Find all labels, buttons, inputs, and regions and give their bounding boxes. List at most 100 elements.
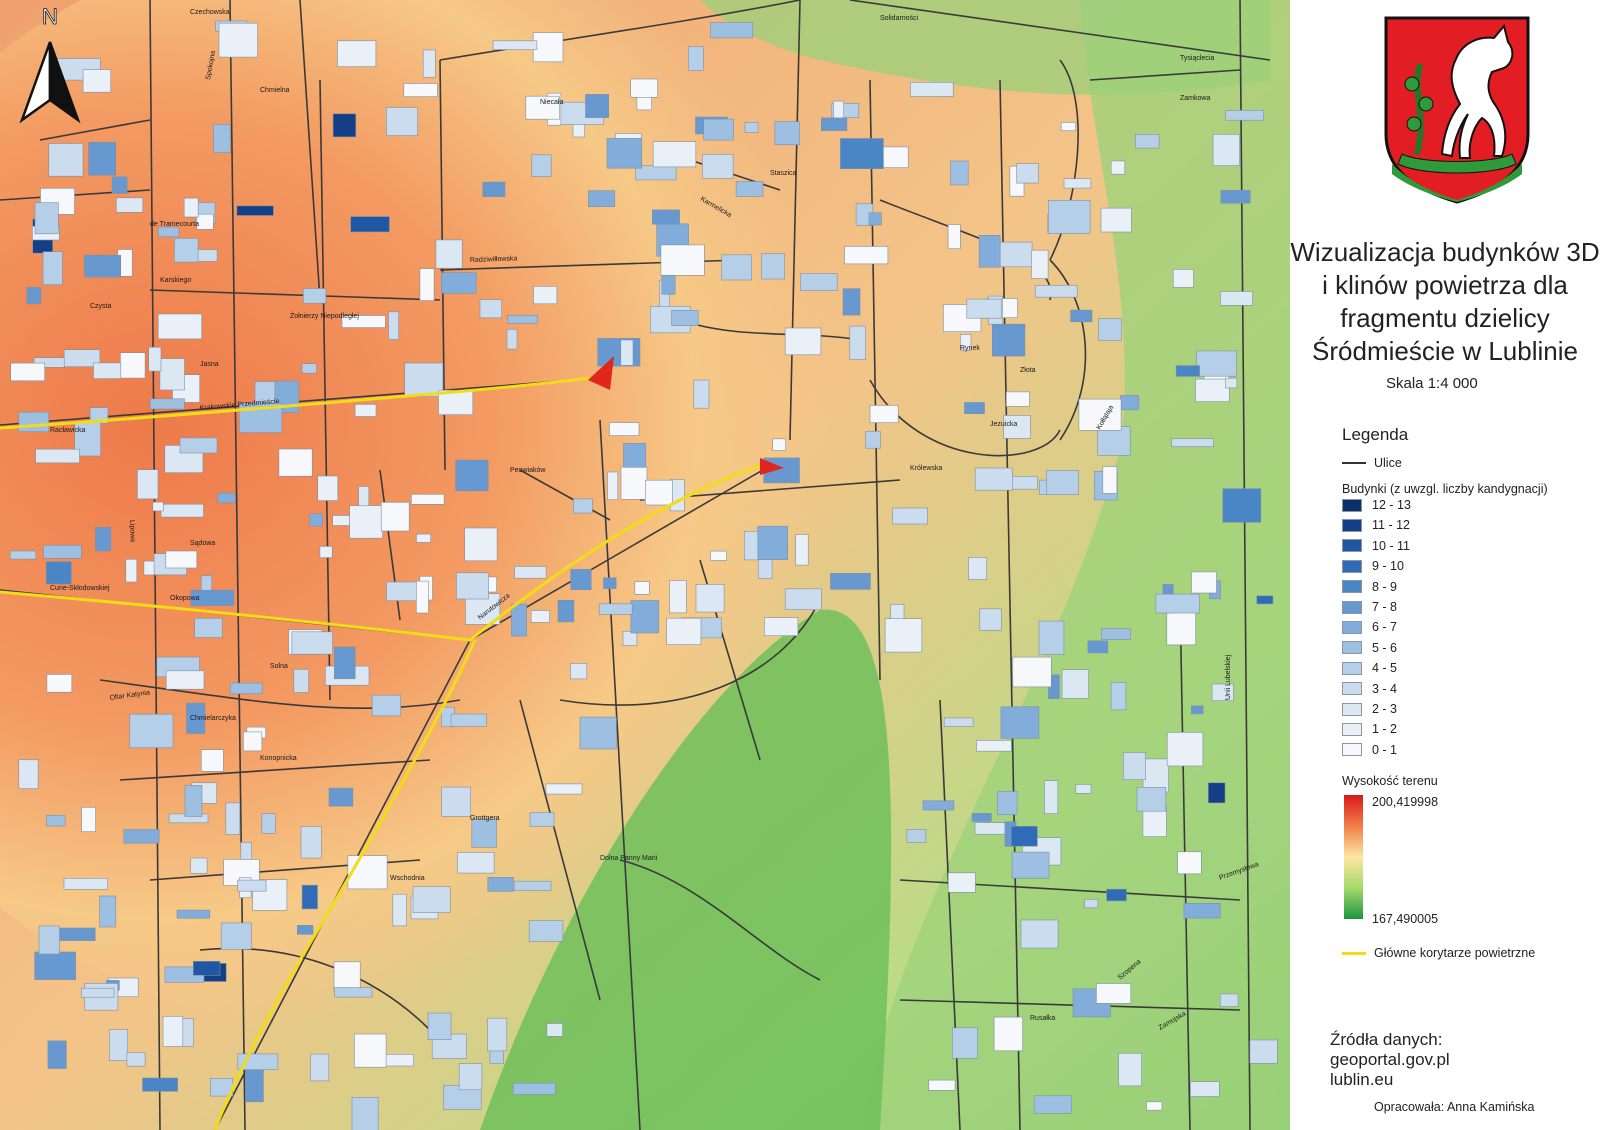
building (1249, 1039, 1278, 1064)
building (160, 503, 204, 518)
building (947, 224, 961, 250)
building (744, 530, 760, 561)
building (1135, 134, 1160, 149)
building (88, 142, 116, 176)
building (514, 566, 547, 579)
map-canvas[interactable]: Krakowskie PrzedmieścieLipowaOkopowa Naru… (0, 0, 1290, 1130)
building (217, 492, 236, 504)
building (1038, 620, 1065, 655)
building-class-swatch (1342, 539, 1362, 553)
legend-panel: Wizualizacja budynków 3D i klinów powiet… (1290, 0, 1600, 1130)
building (440, 272, 477, 294)
building (225, 802, 241, 835)
building (35, 448, 80, 464)
building-class-label: 8 - 9 (1372, 579, 1398, 594)
building (419, 268, 435, 301)
building (660, 244, 705, 276)
building (1044, 780, 1059, 815)
street-label: Królewska (910, 465, 942, 472)
map-scale: Skala 1:4 000 (1386, 375, 1478, 392)
street-label: Tysiąclecia (1180, 55, 1214, 62)
building (630, 600, 660, 634)
source-line-2: lublin.eu (1330, 1070, 1394, 1089)
building (386, 581, 422, 602)
street-label: Żołnierzy Niepodległej (290, 311, 359, 320)
building (1011, 851, 1050, 879)
building (557, 599, 575, 623)
building (165, 670, 205, 690)
building (350, 216, 390, 233)
building (598, 603, 633, 615)
building-class-label: 5 - 6 (1372, 640, 1398, 655)
building (351, 1097, 379, 1130)
street-label: Czysta (90, 303, 112, 310)
building (844, 246, 889, 265)
building (1190, 1081, 1220, 1097)
building (479, 299, 503, 319)
street-label: Niecała (540, 99, 563, 106)
legend-building-class: 2 - 3 (1342, 702, 1397, 716)
building (165, 550, 198, 569)
building (149, 398, 185, 410)
building (190, 857, 208, 874)
street-label: Jezuicka (990, 421, 1017, 428)
building (213, 124, 231, 154)
building-class-label: 6 - 7 (1372, 620, 1398, 635)
building (84, 254, 122, 278)
building-class-swatch (1342, 661, 1362, 675)
building (687, 46, 704, 71)
building (784, 588, 822, 610)
building (763, 617, 799, 636)
street-label: Dolna Panny Marii (600, 855, 658, 862)
building (1120, 395, 1140, 411)
building (81, 987, 115, 998)
street-label: Solna (270, 663, 288, 670)
street-label: Unii Lubelskiej (1225, 654, 1232, 700)
building (243, 731, 263, 752)
building-class-label: 0 - 1 (1372, 742, 1398, 757)
legend-building-class: 6 - 7 (1342, 620, 1397, 634)
building (63, 877, 109, 890)
building (950, 160, 969, 186)
building (157, 226, 180, 238)
building (869, 405, 899, 423)
building (1070, 309, 1093, 323)
building (784, 327, 822, 356)
building (82, 69, 111, 93)
building (693, 379, 710, 409)
building (671, 309, 699, 326)
building (1166, 732, 1204, 767)
building (218, 22, 258, 58)
building (842, 288, 861, 316)
building (309, 513, 323, 527)
building (332, 515, 350, 526)
terrain-min-label: 167,490005 (1372, 912, 1439, 926)
building (410, 493, 445, 505)
building (482, 181, 506, 197)
building (162, 1015, 184, 1047)
building (194, 617, 223, 638)
street-label: Rynek (960, 345, 980, 352)
map-title: Wizualizacja budynków 3D i klinów powiet… (1290, 236, 1600, 368)
building-class-swatch (1342, 498, 1362, 512)
building (371, 694, 402, 717)
building (176, 909, 211, 919)
building (1220, 291, 1253, 306)
building (511, 603, 527, 637)
building (388, 311, 399, 340)
building (9, 550, 37, 560)
legend-building-class: 4 - 5 (1342, 661, 1397, 675)
building (10, 362, 45, 382)
building (347, 855, 388, 890)
data-sources: Źródła danych: geoportal.gov.pl lublin.e… (1330, 1030, 1450, 1090)
building (964, 402, 985, 414)
building-class-label: 10 - 11 (1372, 538, 1410, 553)
building (947, 872, 976, 893)
building (1048, 200, 1091, 234)
building (579, 716, 617, 750)
building (220, 922, 252, 950)
street-label: de Tramecourta (150, 221, 199, 228)
building (45, 561, 72, 585)
building (334, 987, 373, 998)
building (1219, 993, 1239, 1007)
